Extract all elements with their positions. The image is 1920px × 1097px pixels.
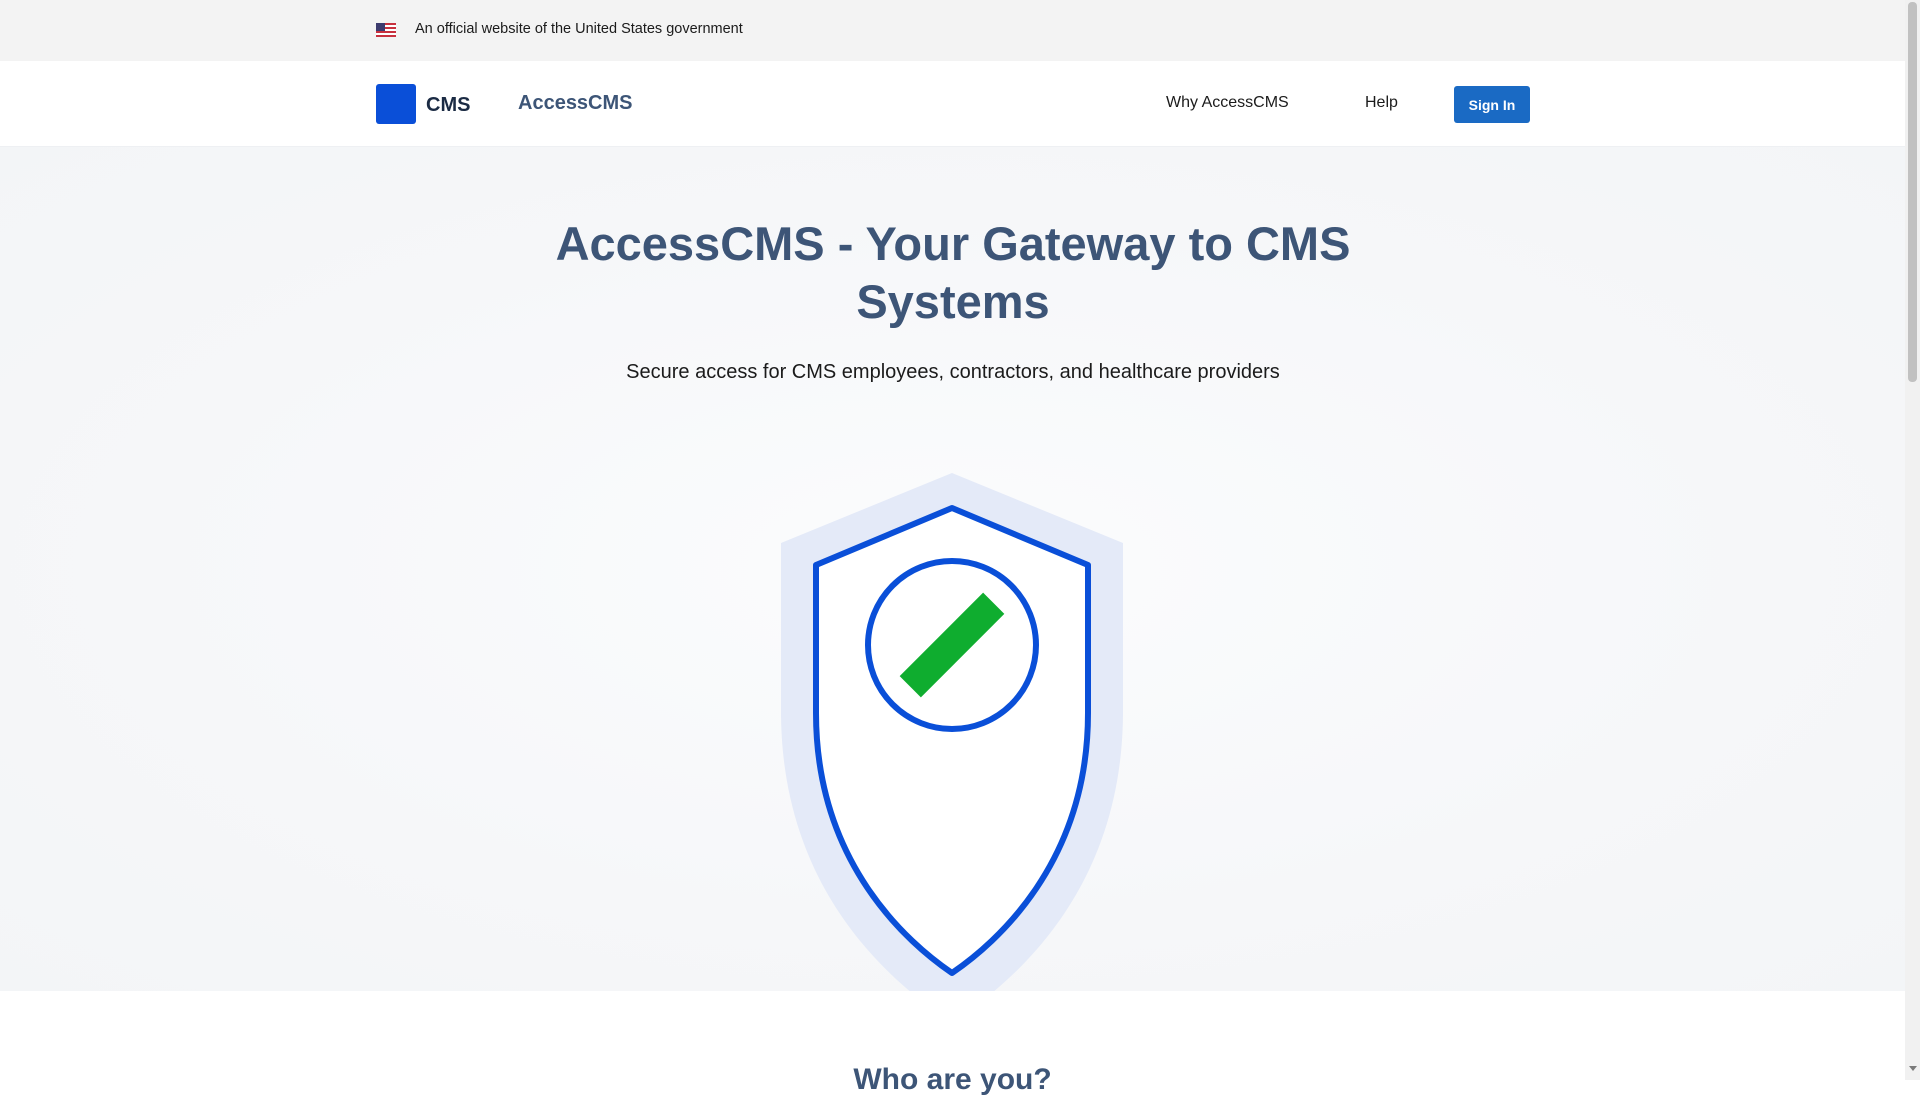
cms-logo-text[interactable]: CMS [426,94,470,117]
site-name[interactable]: AccessCMS [518,92,633,115]
gov-banner-text: An official website of the United States… [415,21,743,37]
nav-help[interactable]: Help [1365,94,1398,112]
shield-check-icon [781,473,1123,1023]
audience-section: Who are you? [0,991,1905,1096]
us-flag-icon [376,23,396,37]
gov-banner: An official website of the United States… [0,0,1905,61]
scrollbar-thumb[interactable] [1908,2,1917,382]
site-header: CMS AccessCMS Why AccessCMS Help Sign In [0,61,1905,147]
section-title: Who are you? [853,1063,1052,1096]
hero-subtitle: Secure access for CMS employees, contrac… [626,361,1280,383]
sign-in-button[interactable]: Sign In [1454,86,1530,123]
scroll-down-arrow-icon[interactable] [1909,1066,1917,1071]
cms-logo-icon[interactable] [376,84,416,124]
hero-section: AccessCMS - Your Gateway to CMS Systems … [0,147,1905,1023]
page-scrollbar[interactable] [1905,0,1920,1080]
hero-title: AccessCMS - Your Gateway to CMS Systems [555,217,1351,328]
nav-why-accesscms[interactable]: Why AccessCMS [1166,94,1289,112]
